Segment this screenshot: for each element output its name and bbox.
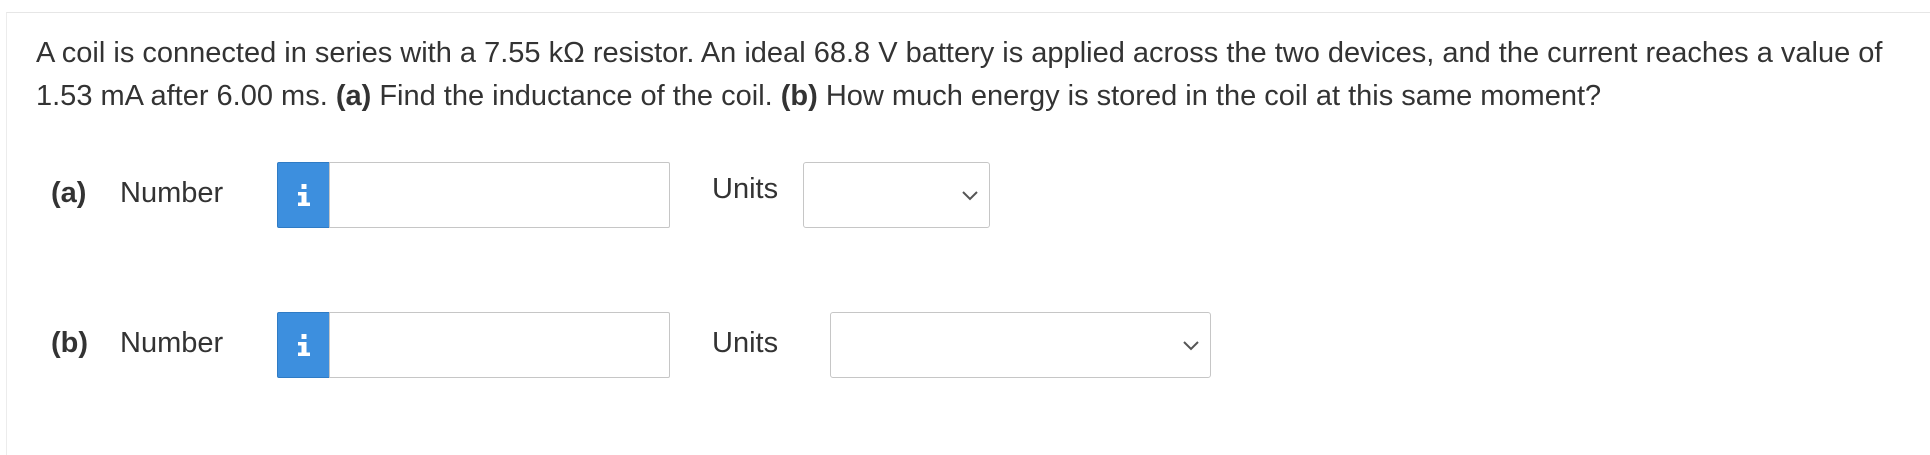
chevron-down-icon [962,191,978,201]
part-a-label: (a) [51,177,87,209]
info-button-a[interactable] [277,162,330,228]
units-select-b[interactable] [830,312,1211,378]
question-text: A coil is connected in series with a 7.5… [36,32,1906,118]
number-label-b: Number [120,327,224,359]
units-select-a[interactable] [803,162,990,228]
info-icon [297,184,310,206]
part-a-marker: (a) [335,80,372,112]
number-input-b[interactable] [329,312,670,378]
number-input-a[interactable] [329,162,670,228]
units-label-a: Units [712,173,779,205]
info-button-b[interactable] [277,312,330,378]
part-b-marker: (b) [780,80,818,112]
units-label-b: Units [712,327,779,359]
part-b-label: (b) [51,327,89,359]
question-text-part2: Find the inductance of the coil. [371,80,781,112]
info-icon [297,334,310,356]
chevron-down-icon [1183,341,1199,351]
question-text-part3: How much energy is stored in the coil at… [817,80,1602,112]
number-label-a: Number [120,177,224,209]
